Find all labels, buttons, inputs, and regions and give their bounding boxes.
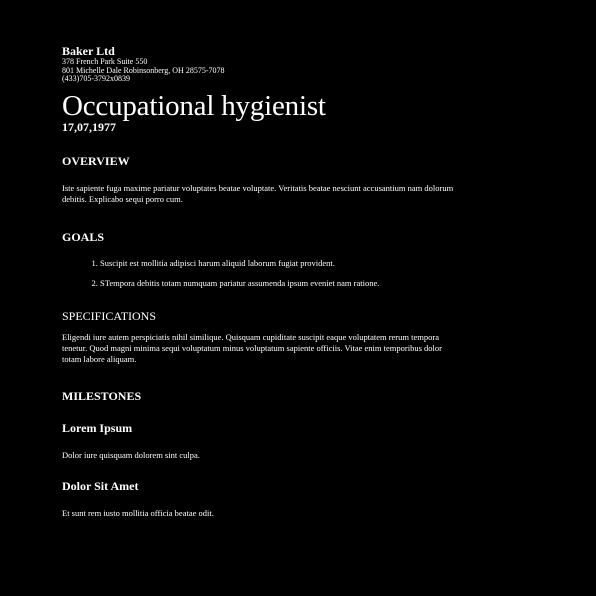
specifications-section: SPECIFICATIONS Eligendi iure autem persp…	[62, 309, 462, 365]
milestone-title: Lorem Ipsum	[62, 420, 133, 435]
overview-section: OVERVIEW Iste sapiente fuga maxime paria…	[62, 154, 462, 205]
specifications-heading: SPECIFICATIONS	[62, 308, 157, 323]
goal-item: STempora debitis totam numquam pariatur …	[100, 278, 462, 289]
document-title: Occupational hygienist	[62, 89, 326, 122]
goals-heading: GOALS	[62, 229, 105, 244]
overview-text: Iste sapiente fuga maxime pariatur volup…	[62, 182, 454, 204]
milestones-heading: MILESTONES	[62, 388, 142, 403]
milestone-title: Dolor Sit Amet	[62, 478, 139, 493]
milestone-text: Dolor iure quisquam dolorem sint culpa.	[62, 449, 200, 460]
milestone-item: Dolor Sit Amet Et sunt rem iusto molliti…	[62, 479, 462, 519]
milestone-text: Et sunt rem iusto mollitia officia beata…	[62, 507, 214, 518]
milestone-item: Lorem Ipsum Dolor iure quisquam dolorem …	[62, 421, 462, 461]
specifications-text: Eligendi iure autem perspiciatis nihil s…	[62, 331, 442, 364]
document-page: Baker Ltd 378 French Park Suite 550 801 …	[62, 45, 462, 519]
document-date: 17,07,1977	[62, 119, 116, 134]
goals-section: GOALS Suscipit est mollitia adipisci har…	[62, 230, 462, 289]
company-header: Baker Ltd 378 French Park Suite 550 801 …	[62, 45, 462, 84]
goal-item: Suscipit est mollitia adipisci harum ali…	[100, 258, 462, 269]
milestones-section: MILESTONES Lorem Ipsum Dolor iure quisqu…	[62, 389, 462, 519]
company-phone: (433)705-3792x0839	[62, 74, 130, 83]
overview-heading: OVERVIEW	[62, 153, 130, 168]
goals-list: Suscipit est mollitia adipisci harum ali…	[62, 258, 462, 289]
